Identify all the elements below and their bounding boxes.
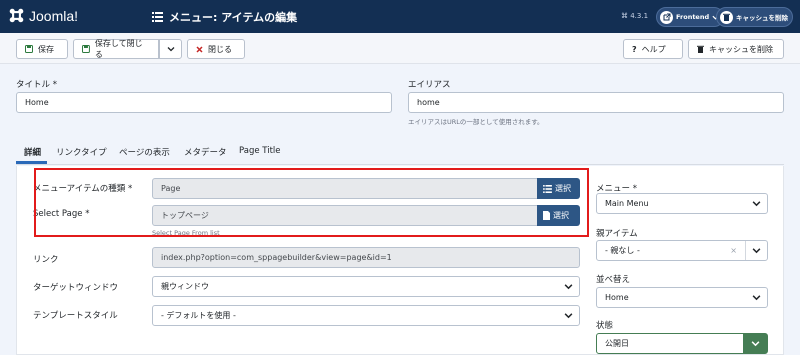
joomla-logo-icon (9, 8, 24, 23)
clear-icon[interactable]: × (730, 246, 737, 255)
title-value: Home (25, 98, 49, 107)
save-options-dropdown[interactable] (159, 39, 182, 59)
frontend-button[interactable]: Frontend (656, 7, 725, 27)
chevron-down-icon (745, 288, 767, 307)
tab-page-display[interactable]: ページの表示 (119, 146, 170, 158)
status-select[interactable]: 公開日 (596, 333, 768, 354)
close-button[interactable]: 閉じる (187, 39, 245, 59)
tab-details[interactable]: 詳細 (24, 146, 41, 158)
target-window-label: ターゲットウィンドウ (33, 283, 119, 293)
parent-item-label: 親アイテム (596, 229, 638, 239)
active-tab-indicator (16, 161, 47, 164)
top-header: Joomla! メニュー: アイテムの編集 ⌘ 4.3.1 Frontend キ… (0, 0, 800, 33)
status-value: 公開日 (605, 339, 629, 348)
chevron-down-icon (745, 194, 767, 213)
save-close-label: 保存して閉じる (94, 39, 143, 59)
alias-label: エイリアス (408, 80, 451, 90)
help-label: ヘルプ (641, 44, 666, 54)
parent-item-select[interactable]: - 親なし - × (596, 240, 768, 261)
frontend-label: Frontend (676, 13, 710, 21)
alias-input[interactable]: home (408, 92, 784, 113)
trash-icon (697, 45, 704, 53)
chevron-down-icon (743, 334, 767, 353)
alias-value: home (417, 98, 440, 107)
chevron-down-icon (167, 47, 174, 52)
template-style-select[interactable]: - デフォルトを使用 - (152, 305, 580, 326)
status-label: 状態 (596, 321, 614, 331)
alias-hint: エイリアスはURLの一部として使用されます。 (408, 118, 544, 126)
toolbar: 保存 保存して閉じる 閉じる ? ヘルプ キャッシュを削除 (0, 33, 800, 64)
clear-cache-button[interactable]: キャッシュを削除 (688, 39, 784, 59)
chevron-down-icon (557, 306, 579, 325)
save-button[interactable]: 保存 (16, 39, 68, 59)
trash-icon (720, 10, 733, 24)
target-window-value: 親ウィンドウ (161, 282, 209, 291)
link-field: index.php?option=com_sppagebuilder&view=… (152, 247, 580, 268)
title-input[interactable]: Home (16, 92, 392, 113)
header-clear-cache-label: キャッシュを削除 (736, 14, 788, 22)
close-label: 閉じる (208, 44, 232, 54)
save-icon (25, 45, 33, 53)
template-style-label: テンプレートスタイル (33, 311, 118, 321)
title-label: タイトル * (16, 80, 57, 90)
parent-item-value: - 親なし - (605, 246, 640, 255)
order-select[interactable]: Home (596, 287, 768, 308)
chevron-down-icon (745, 241, 767, 260)
save-icon (82, 45, 90, 53)
tabs-bar: 詳細 リンクタイプ ページの表示 メタデータ Page Title (16, 141, 784, 165)
header-clear-cache-button[interactable]: キャッシュを削除 (716, 7, 793, 27)
save-close-button[interactable]: 保存して閉じる (73, 39, 159, 59)
target-window-select[interactable]: 親ウィンドウ (152, 276, 580, 297)
list-icon (152, 12, 163, 22)
close-icon (196, 45, 203, 53)
chevron-down-icon (557, 277, 579, 296)
logo-text: Joomla! (29, 7, 79, 24)
save-label: 保存 (38, 44, 54, 54)
external-link-icon (660, 10, 673, 24)
tab-metadata[interactable]: メタデータ (184, 146, 227, 158)
template-style-value: - デフォルトを使用 - (161, 311, 236, 320)
help-button[interactable]: ? ヘルプ (623, 39, 683, 59)
order-label: 並べ替え (596, 275, 631, 285)
joomla-logo[interactable]: Joomla! (8, 7, 78, 24)
highlight-box (34, 168, 589, 237)
link-value: index.php?option=com_sppagebuilder&view=… (161, 253, 392, 262)
clear-cache-label: キャッシュを削除 (709, 44, 773, 54)
menu-value: Main Menu (605, 199, 649, 208)
help-icon: ? (632, 44, 637, 54)
tab-link-type[interactable]: リンクタイプ (56, 146, 107, 158)
menu-select[interactable]: Main Menu (596, 193, 768, 214)
page-title: メニュー: アイテムの編集 (169, 11, 298, 24)
order-value: Home (605, 293, 629, 302)
tab-page-title[interactable]: Page Title (239, 146, 281, 156)
version-badge: ⌘ 4.3.1 (621, 12, 649, 20)
link-label: リンク (33, 255, 59, 265)
